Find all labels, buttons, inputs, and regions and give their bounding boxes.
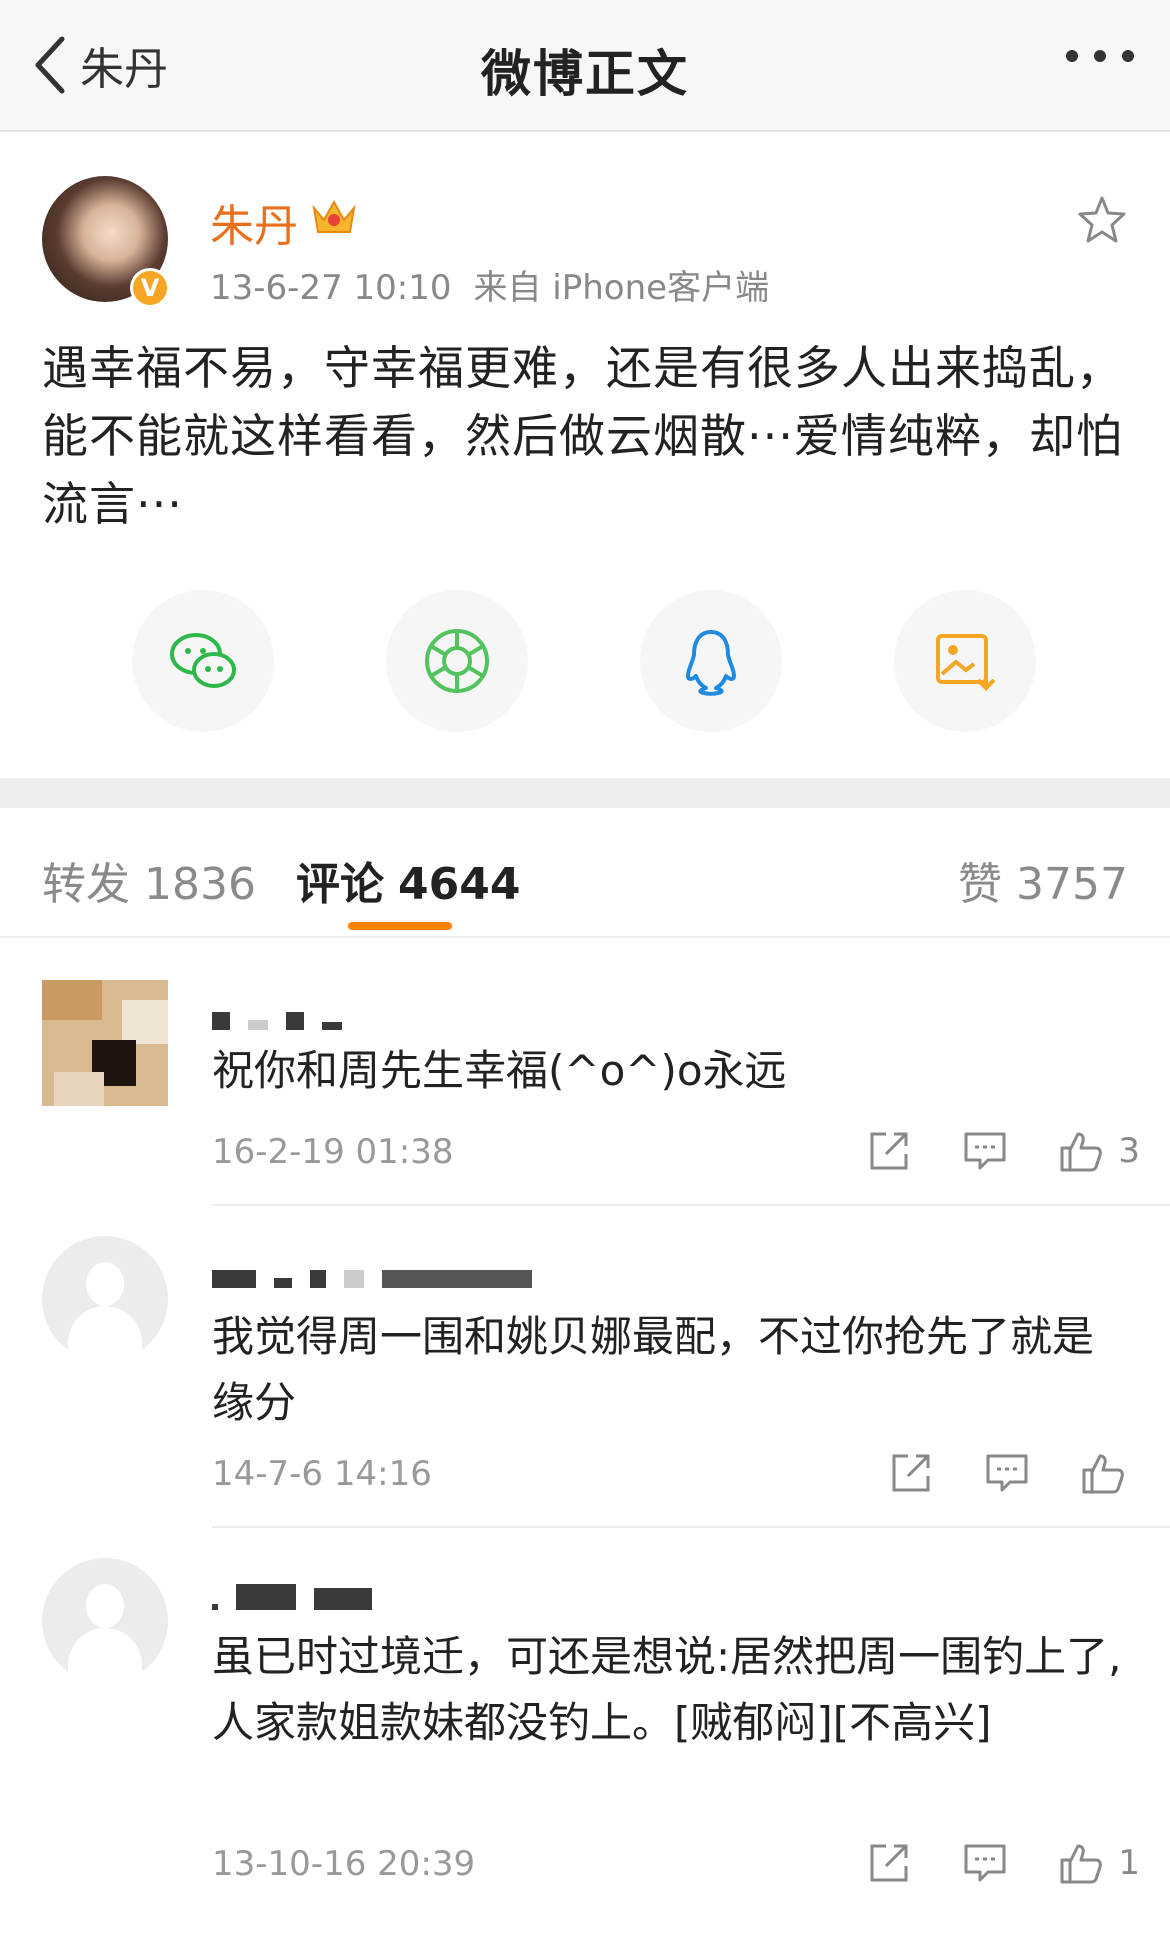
share-wechat-button[interactable] — [132, 590, 274, 732]
like-count: 3 — [1118, 1131, 1140, 1171]
tab-like-label: 赞 — [958, 859, 1003, 910]
verified-badge-icon: V — [130, 268, 170, 308]
share-row — [0, 586, 1170, 736]
comment-text: 祝你和周先生幸福(^o^)o永远 — [212, 1046, 787, 1095]
comment-actions: 1 — [816, 1840, 1140, 1886]
reply-button[interactable] — [984, 1450, 1030, 1496]
tab-repost-count: 1836 — [144, 859, 256, 910]
comment-text: 虽已时过境迁，可还是想说:居然把周一围钓上了,人家款姐款妹都没钓上。[贼郁闷][… — [212, 1632, 1122, 1747]
comment-actions: 3 — [816, 1128, 1140, 1174]
more-icon[interactable] — [1066, 50, 1134, 62]
tab-repost[interactable]: 转发 1836 — [42, 848, 256, 912]
like-count: 1 — [1118, 1843, 1140, 1883]
like-button[interactable]: 1 — [1058, 1840, 1140, 1886]
post-card: V 朱丹 13-6-27 10:10 来自 iPhone客户端 遇幸福不易，守幸福… — [0, 134, 1170, 778]
commenter-name-redacted[interactable] — [212, 1258, 532, 1288]
moments-icon — [425, 629, 489, 693]
comment-divider — [212, 1204, 1170, 1206]
share-moments-button[interactable] — [386, 590, 528, 732]
repost-button[interactable] — [888, 1450, 934, 1496]
reply-button[interactable] — [962, 1840, 1008, 1886]
tab-like-count: 3757 — [1016, 859, 1128, 910]
share-out-icon — [870, 1132, 908, 1170]
section-divider — [0, 778, 1170, 808]
comment-item: 虽已时过境迁，可还是想说:居然把周一围钓上了,人家款姐款妹都没钓上。[贼郁闷][… — [0, 1530, 1170, 1930]
commenter-avatar[interactable] — [42, 1236, 168, 1362]
thumbs-up-icon — [1082, 1454, 1124, 1494]
commenter-avatar[interactable] — [42, 1558, 168, 1684]
post-source: 来自 iPhone客户端 — [473, 268, 770, 308]
comment-icon — [964, 1844, 1006, 1882]
comment-time: 16-2-19 01:38 — [212, 1132, 454, 1172]
comment-icon — [986, 1454, 1028, 1492]
comment-text: 我觉得周一围和姚贝娜最配，不过你抢先了就是缘分 — [212, 1312, 1095, 1427]
thumbs-up-icon — [1060, 1132, 1103, 1172]
commenter-avatar[interactable] — [42, 980, 168, 1106]
share-out-icon — [892, 1454, 930, 1492]
qq-icon — [686, 630, 736, 696]
comment-actions — [838, 1450, 1140, 1496]
author-name[interactable]: 朱丹 — [210, 190, 298, 254]
save-image-icon — [936, 634, 996, 691]
favorite-star-icon[interactable] — [1076, 194, 1128, 246]
share-out-icon — [870, 1844, 908, 1882]
tab-comment[interactable]: 评论 4644 — [296, 848, 520, 912]
like-button[interactable] — [1080, 1450, 1140, 1496]
like-button[interactable]: 3 — [1058, 1128, 1140, 1174]
comment-divider — [212, 1526, 1170, 1528]
commenter-name-redacted[interactable] — [212, 1000, 342, 1030]
tab-like[interactable]: 赞 3757 — [958, 848, 1128, 912]
nav-bar: 朱丹 微博正文 — [0, 0, 1170, 132]
reply-button[interactable] — [962, 1128, 1008, 1174]
comment-item: 我觉得周一围和姚贝娜最配，不过你抢先了就是缘分 14-7-6 14:16 — [0, 1208, 1170, 1530]
post-time: 13-6-27 10:10 — [210, 268, 452, 308]
save-image-button[interactable] — [894, 590, 1036, 732]
tab-repost-label: 转发 — [42, 859, 130, 910]
post-text: 遇幸福不易，守幸福更难，还是有很多人出来捣乱，能不能就这样看看，然后做云烟散··… — [42, 341, 1123, 531]
thumbs-up-icon — [1060, 1844, 1103, 1884]
comment-item: 祝你和周先生幸福(^o^)o永远 16-2-19 01:38 3 — [0, 958, 1170, 1208]
repost-button[interactable] — [866, 1128, 912, 1174]
comment-time: 13-10-16 20:39 — [212, 1844, 476, 1884]
tab-bar: 转发 1836 评论 4644 赞 3757 — [0, 808, 1170, 938]
tab-active-indicator — [348, 922, 452, 930]
repost-button[interactable] — [866, 1840, 912, 1886]
comment-icon — [964, 1132, 1006, 1170]
commenter-name-redacted[interactable] — [212, 1580, 372, 1610]
page-title: 微博正文 — [481, 45, 689, 103]
wechat-icon — [170, 633, 236, 688]
comment-time: 14-7-6 14:16 — [212, 1454, 432, 1494]
share-qq-button[interactable] — [640, 590, 782, 732]
tab-comment-label: 评论 — [296, 859, 384, 910]
tab-comment-count: 4644 — [398, 859, 521, 910]
post-meta: 13-6-27 10:10 来自 iPhone客户端 — [210, 260, 769, 309]
crown-icon — [312, 199, 356, 233]
